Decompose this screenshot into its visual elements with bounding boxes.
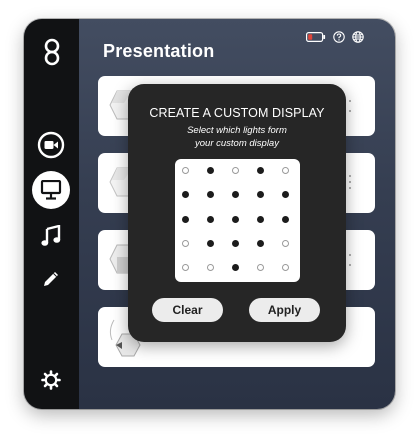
app-window: Presentation CREATE A CUSTOM DISPLAY Sel…: [24, 19, 395, 409]
page-title: Presentation: [103, 41, 215, 61]
light-grid: [175, 159, 300, 282]
light-dot[interactable]: [207, 264, 214, 272]
light-dot[interactable]: [257, 264, 264, 272]
apply-button[interactable]: Apply: [249, 298, 320, 322]
light-dot[interactable]: [232, 191, 239, 199]
light-dot[interactable]: [207, 239, 214, 247]
dialog-subtitle-line1: Select which lights form: [187, 125, 287, 136]
light-dot[interactable]: [232, 264, 239, 272]
light-dot[interactable]: [282, 239, 289, 247]
light-dot[interactable]: [257, 215, 264, 223]
light-dot[interactable]: [282, 264, 289, 272]
light-dot[interactable]: [207, 191, 214, 199]
camera-icon[interactable]: [36, 130, 66, 160]
dialog-subtitle: Select which lights form your custom dis…: [128, 125, 346, 150]
presentation-icon[interactable]: [32, 171, 70, 209]
more-icon[interactable]: [345, 98, 355, 116]
help-icon[interactable]: [333, 31, 345, 43]
logo-icon: [38, 37, 66, 67]
light-dot[interactable]: [257, 167, 264, 174]
light-dot[interactable]: [257, 239, 264, 247]
light-dot[interactable]: [282, 167, 289, 174]
light-dot[interactable]: [232, 215, 239, 223]
battery-icon: [306, 32, 326, 42]
light-dot[interactable]: [232, 239, 239, 247]
custom-display-dialog: CREATE A CUSTOM DISPLAY Select which lig…: [128, 84, 346, 342]
globe-icon[interactable]: [352, 31, 364, 43]
dialog-subtitle-line2: your custom display: [195, 137, 279, 149]
light-dot[interactable]: [182, 215, 189, 223]
pencil-icon[interactable]: [39, 267, 63, 291]
gear-icon[interactable]: [40, 369, 62, 391]
light-dot[interactable]: [282, 215, 289, 223]
dialog-title: CREATE A CUSTOM DISPLAY: [149, 106, 325, 120]
clear-button[interactable]: Clear: [152, 298, 223, 322]
music-icon[interactable]: [38, 223, 64, 249]
light-dot[interactable]: [182, 167, 189, 174]
light-dot[interactable]: [257, 191, 264, 199]
light-dot[interactable]: [182, 191, 189, 199]
light-dot[interactable]: [232, 167, 239, 174]
more-icon[interactable]: [345, 252, 355, 270]
light-dot[interactable]: [207, 167, 214, 174]
more-icon[interactable]: [345, 175, 355, 193]
sidebar: [24, 19, 79, 409]
light-dot[interactable]: [182, 239, 189, 247]
light-dot[interactable]: [207, 215, 214, 223]
light-dot[interactable]: [182, 264, 189, 272]
light-dot[interactable]: [282, 191, 289, 199]
status-bar: [306, 31, 364, 43]
